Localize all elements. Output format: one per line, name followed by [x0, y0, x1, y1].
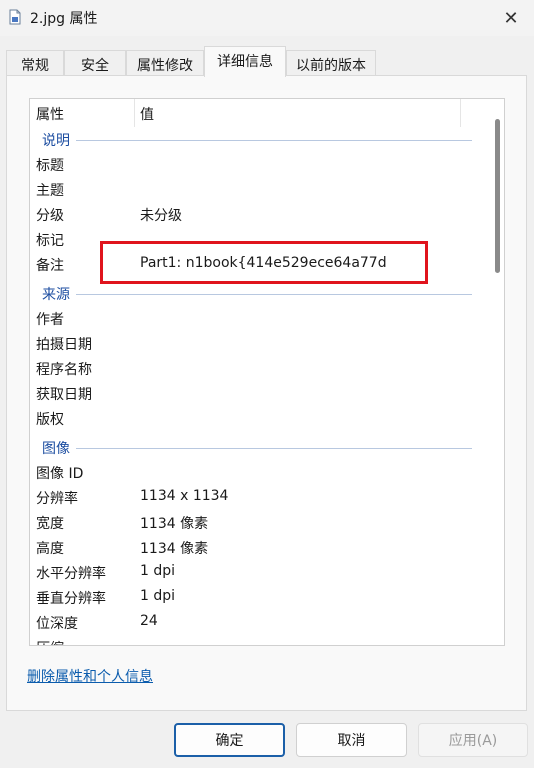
list-item[interactable]: 垂直分辨率 1 dpi	[30, 585, 490, 610]
property-name: 备注	[36, 258, 64, 274]
property-name: 获取日期	[36, 387, 92, 403]
list-item[interactable]: 压缩	[30, 635, 490, 645]
property-name: 程序名称	[36, 362, 92, 378]
tab-property-modify[interactable]: 属性修改	[126, 50, 204, 76]
group-divider	[42, 448, 472, 449]
property-value: 1134 x 1134	[140, 488, 229, 504]
property-name: 标题	[36, 158, 64, 174]
list-item[interactable]: 作者	[30, 306, 490, 331]
list-item[interactable]: 标题	[30, 152, 490, 177]
column-name-header[interactable]: 属性	[36, 104, 64, 124]
property-value: 1134 像素	[140, 541, 209, 557]
property-name: 版权	[36, 412, 64, 428]
property-value: 未分级	[140, 208, 182, 224]
tab-details[interactable]: 详细信息	[204, 46, 286, 77]
list-item[interactable]: 版权	[30, 406, 490, 431]
list-item[interactable]: 宽度 1134 像素	[30, 510, 490, 535]
property-name: 水平分辨率	[36, 566, 106, 582]
tab-security[interactable]: 安全	[64, 50, 126, 76]
list-item[interactable]: 高度 1134 像素	[30, 535, 490, 560]
group-label: 说明	[42, 130, 76, 150]
tab-general[interactable]: 常规	[6, 50, 64, 76]
column-divider[interactable]	[460, 99, 461, 127]
list-item[interactable]: 分级 未分级	[30, 202, 490, 227]
group-label: 图像	[42, 438, 76, 458]
close-icon: ✕	[503, 7, 519, 29]
property-name: 垂直分辨率	[36, 591, 106, 607]
property-name: 主题	[36, 183, 64, 199]
property-name: 分级	[36, 208, 64, 224]
list-item[interactable]: 分辨率 1134 x 1134	[30, 485, 490, 510]
property-name: 拍摄日期	[36, 337, 92, 353]
document-icon	[9, 9, 21, 25]
vertical-scrollbar[interactable]	[490, 99, 504, 645]
property-name: 标记	[36, 233, 64, 249]
group-header-image[interactable]: 图像	[30, 435, 490, 460]
property-name: 高度	[36, 541, 64, 557]
cancel-button[interactable]: 取消	[296, 723, 407, 757]
list-item[interactable]: 位深度 24	[30, 610, 490, 635]
tab-strip: 常规 安全 属性修改 详细信息 以前的版本	[0, 46, 534, 77]
property-value: 1 dpi	[140, 563, 176, 579]
column-divider[interactable]	[134, 99, 135, 127]
list-item[interactable]: 水平分辨率 1 dpi	[30, 560, 490, 585]
list-item[interactable]: 图像 ID	[30, 460, 490, 485]
remove-properties-link[interactable]: 删除属性和个人信息	[27, 666, 153, 686]
list-item[interactable]: 主题	[30, 177, 490, 202]
group-divider	[42, 140, 472, 141]
property-value: 1134 像素	[140, 516, 209, 532]
column-header: 属性 值	[30, 99, 490, 127]
ok-button[interactable]: 确定	[174, 723, 285, 757]
property-value: 1 dpi	[140, 588, 176, 604]
tab-previous-versions[interactable]: 以前的版本	[286, 50, 376, 76]
property-value: 24	[140, 613, 158, 629]
property-name: 图像 ID	[36, 466, 84, 482]
group-divider	[42, 294, 472, 295]
property-name: 作者	[36, 312, 64, 328]
red-highlight-box	[100, 241, 428, 284]
group-header-description[interactable]: 说明	[30, 127, 490, 152]
property-name: 压缩	[36, 638, 64, 645]
property-name: 位深度	[36, 616, 78, 632]
property-name: 分辨率	[36, 491, 78, 507]
group-header-origin[interactable]: 来源	[30, 281, 490, 306]
column-value-header[interactable]: 值	[140, 104, 154, 124]
window-title: 2.jpg 属性	[30, 11, 98, 27]
group-label: 来源	[42, 284, 76, 304]
property-name: 宽度	[36, 516, 64, 532]
list-item[interactable]: 程序名称	[30, 356, 490, 381]
title-bar: 2.jpg 属性 ✕	[0, 0, 534, 36]
close-button[interactable]: ✕	[488, 0, 534, 36]
scrollbar-thumb[interactable]	[495, 119, 500, 273]
apply-button[interactable]: 应用(A)	[418, 723, 528, 757]
list-item[interactable]: 拍摄日期	[30, 331, 490, 356]
list-item[interactable]: 获取日期	[30, 381, 490, 406]
details-panel: 属性 值 说明 标题 主题 分级 未分级 标记 备注 Part1: n1book…	[6, 75, 527, 711]
details-list[interactable]: 属性 值 说明 标题 主题 分级 未分级 标记 备注 Part1: n1book…	[29, 98, 505, 646]
